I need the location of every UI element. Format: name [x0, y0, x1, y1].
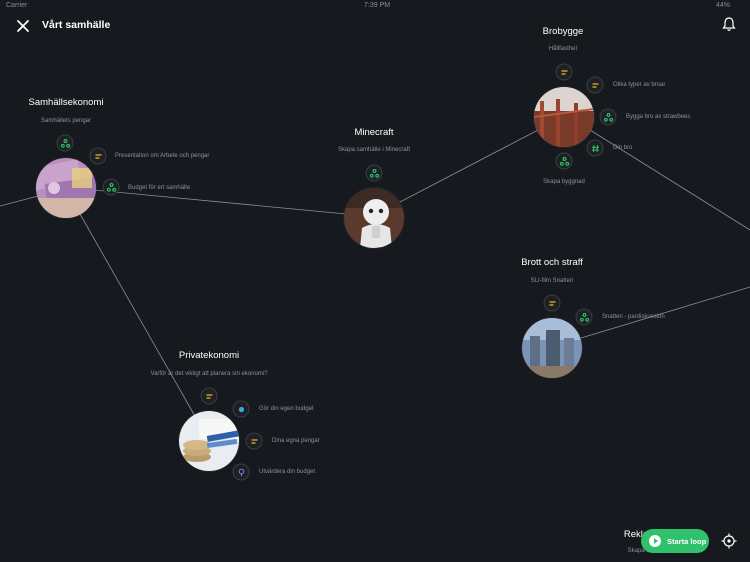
topic-subtitle-samhallsekonomi: Samhällets pengar	[40, 118, 92, 124]
activity-hashtag-icon[interactable]	[586, 139, 604, 157]
activity-teamwork-icon[interactable]	[599, 108, 617, 126]
topic-image-minecraft[interactable]	[344, 188, 404, 248]
topic-title-samhallsekonomi[interactable]: Samhällsekonomi	[29, 97, 104, 108]
start-loop-button[interactable]: Starta loop	[641, 529, 709, 553]
top-bar: Vårt samhälle	[0, 12, 750, 42]
topic-title-minecraft[interactable]: Minecraft	[354, 127, 393, 138]
activity-text-task-icon[interactable]	[200, 387, 218, 405]
close-icon	[17, 20, 29, 32]
topic-image-brott-och-straff[interactable]	[522, 318, 582, 378]
play-icon	[649, 535, 661, 547]
activity-poll-icon[interactable]	[232, 400, 250, 418]
activity-idea-icon[interactable]	[232, 463, 250, 481]
topic-title-brobygge[interactable]: Brobygge	[543, 26, 584, 37]
activity-label[interactable]: Presentation om Arbete och pengar	[115, 153, 209, 159]
activity-label[interactable]: Din bro	[613, 145, 632, 151]
carrier-label: Carrier	[6, 2, 28, 9]
activity-label[interactable]: Skapa byggnad	[543, 179, 585, 185]
activity-teamwork-icon[interactable]	[365, 164, 383, 182]
topic-image-privatekonomi[interactable]	[179, 411, 239, 471]
close-button[interactable]	[14, 17, 32, 35]
topic-title-brott-och-straff[interactable]: Brott och straff	[521, 257, 583, 268]
status-bar: Carrier 7:39 PM 44%	[0, 0, 750, 12]
activity-text-task-icon[interactable]	[543, 294, 561, 312]
activity-text-task-icon[interactable]	[586, 76, 604, 94]
activity-label[interactable]: Snatteri - pardiskussion	[602, 314, 665, 320]
activity-text-task-icon[interactable]	[89, 147, 107, 165]
activity-teamwork-icon[interactable]	[555, 152, 573, 170]
topic-image-samhallsekonomi[interactable]	[36, 158, 96, 218]
recenter-button[interactable]	[720, 532, 738, 550]
topic-subtitle-privatekonomi: Varför är det viktigt att planera sin ek…	[150, 371, 268, 377]
activity-label[interactable]: Utvärdera din budget	[259, 469, 315, 475]
activity-teamwork-icon[interactable]	[56, 134, 74, 152]
activity-text-task-icon[interactable]	[555, 63, 573, 81]
activity-label[interactable]: Budget för ert samhälle	[128, 185, 190, 191]
start-loop-label: Starta loop	[667, 536, 707, 546]
topic-subtitle-brobygge: Hållfasthet	[548, 46, 578, 52]
topic-subtitle-minecraft: Skapa samhälle i Minecraft	[337, 147, 411, 153]
topic-image-brobygge[interactable]	[534, 87, 594, 147]
bell-icon	[722, 17, 736, 31]
page-title: Vårt samhälle	[42, 19, 111, 31]
topic-title-privatekonomi[interactable]: Privatekonomi	[179, 350, 239, 361]
activity-teamwork-icon[interactable]	[575, 308, 593, 326]
battery-level: 44%	[716, 2, 731, 9]
topic-subtitle-brott-och-straff: SLI-film Snatteri	[530, 278, 574, 284]
notifications-button[interactable]	[720, 15, 738, 33]
activity-label[interactable]: Olika typer av broar	[613, 82, 665, 88]
activity-label[interactable]: Bygga bro av strawbees	[626, 114, 690, 120]
activity-teamwork-icon[interactable]	[102, 178, 120, 196]
activity-label[interactable]: Gör din egen budget	[259, 406, 314, 412]
activity-label[interactable]: Dina egna pengar	[272, 438, 320, 444]
clock: 7:39 PM	[364, 2, 391, 9]
crosshair-icon	[721, 533, 737, 549]
activity-text-task-icon[interactable]	[245, 432, 263, 450]
